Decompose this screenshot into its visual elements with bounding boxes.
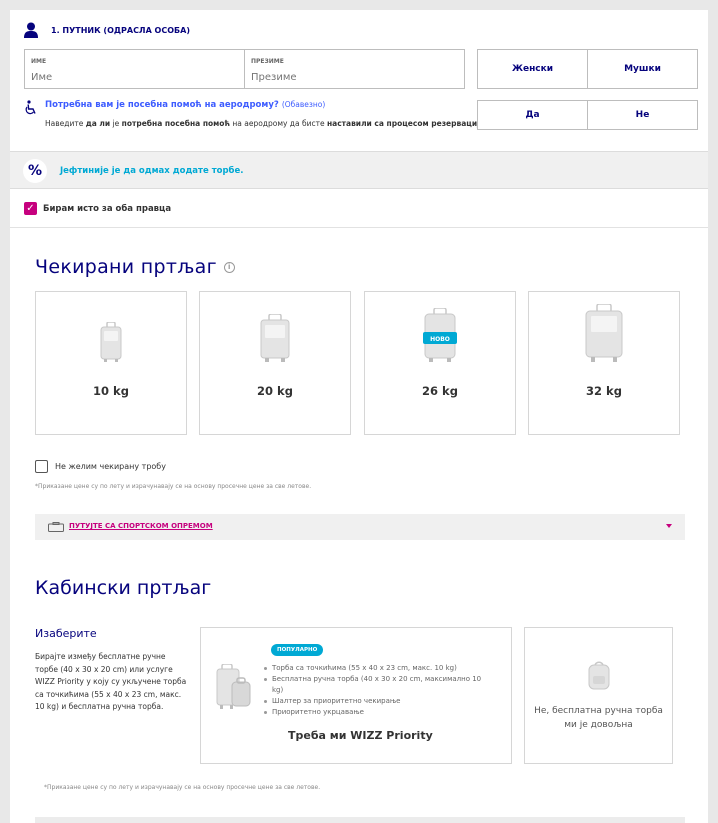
last-name-label: ПРЕЗИМЕ: [251, 58, 284, 65]
gender-selector: Женски Мушки: [477, 49, 698, 89]
assistance-desc-part: Наведите: [45, 119, 86, 128]
bag-weight-label: 26 kg: [422, 384, 458, 398]
passenger-title: 1. ПУТНИК (ОДРАСЛА ОСОБА): [51, 25, 190, 35]
divider: [10, 227, 708, 228]
checkbox-unchecked-icon[interactable]: [35, 460, 48, 473]
backpack-icon: [588, 661, 610, 690]
wizz-priority-option[interactable]: ПОПУЛАРНО Торба са точкићима (55 x 40 x …: [200, 627, 512, 764]
assistance-desc-bold: потребна посебна помоћ: [121, 119, 230, 128]
assistance-required-label: (Обавезно): [281, 100, 326, 109]
choose-description: Бирајте између бесплатне ручне торбе (40…: [35, 652, 187, 711]
chevron-down-icon[interactable]: [666, 524, 672, 528]
percent-icon: %: [23, 159, 47, 183]
assistance-desc-part: је: [110, 119, 122, 128]
bag-weight-label: 10 kg: [93, 384, 129, 398]
sport-bag-icon: [48, 522, 64, 532]
assistance-question-text: Потребна вам је посебна помоћ на аеродро…: [45, 100, 279, 110]
first-name-input[interactable]: [31, 72, 238, 83]
bag-option-10kg[interactable]: 10 kg: [35, 291, 187, 435]
priority-features-list: Торба са точкићима (55 x 40 x 23 cm, мак…: [263, 663, 488, 718]
last-name-input[interactable]: [251, 72, 458, 83]
checkbox-checked-icon[interactable]: ✓: [24, 202, 37, 215]
same-both-directions-checkbox[interactable]: ✓ Бирам исто за оба правца: [24, 202, 171, 215]
gender-female-button[interactable]: Женски: [478, 50, 587, 88]
priority-option-name: Треба ми WIZZ Priority: [288, 729, 433, 742]
info-icon[interactable]: i: [223, 261, 235, 273]
assistance-yes-button[interactable]: Да: [478, 101, 587, 129]
assistance-no-button[interactable]: Не: [587, 101, 697, 129]
gender-male-button[interactable]: Мушки: [587, 50, 697, 88]
first-name-label: ИМЕ: [31, 58, 47, 65]
assistance-description: Наведите да ли је потребна посебна помоћ…: [45, 119, 488, 128]
feature-item: Торба са точкићима (55 x 40 x 23 cm, мак…: [263, 663, 488, 674]
price-note: *Приказане цене су по лету и израчунавај…: [44, 784, 321, 791]
bag-weight-label: 20 kg: [257, 384, 293, 398]
name-fields: ИМЕ ПРЕЗИМЕ: [24, 49, 465, 89]
next-section-strip: [35, 817, 685, 823]
assistance-selector: Да Не: [477, 100, 698, 130]
passenger-header: 1. ПУТНИК (ОДРАСЛА ОСОБА): [24, 22, 190, 38]
no-checked-bag-label: Не желим чекирану тробу: [55, 462, 166, 471]
popular-badge: ПОПУЛАРНО: [271, 644, 324, 656]
cabin-baggage-heading: Кабински пртљаг: [35, 577, 212, 599]
promo-banner: % Јефтиније је да одмах додате торбе.: [10, 151, 708, 189]
suitcase-new-icon: НОВО: [423, 308, 457, 362]
sport-equipment-label[interactable]: ПУТУЈТЕ СА СПОРТСКОМ ОПРЕМОМ: [69, 522, 213, 530]
feature-item: Шалтер за приоритетно чекирање: [263, 696, 488, 707]
wheelchair-icon: [25, 100, 36, 115]
assistance-desc-bold: наставили са процесом резервације.: [326, 119, 488, 128]
svg-text:НОВО: НОВО: [430, 336, 450, 343]
suitcase-medium-icon: [260, 314, 290, 362]
bag-option-26kg[interactable]: НОВО 26 kg: [364, 291, 516, 435]
assistance-question: Потребна вам је посебна помоћ на аеродро…: [45, 100, 325, 110]
promo-text: Јефтиније је да одмах додате торбе.: [60, 166, 244, 176]
feature-item: Бесплатна ручна торба (40 x 30 x 20 cm, …: [263, 674, 488, 696]
choose-heading: Изаберите: [35, 627, 97, 640]
same-both-directions-label: Бирам исто за оба правца: [43, 203, 172, 214]
bag-option-32kg[interactable]: 32 kg: [528, 291, 680, 435]
bag-option-20kg[interactable]: 20 kg: [199, 291, 351, 435]
assistance-desc-part: на аеродрому да бисте: [229, 119, 327, 128]
suitcase-large-icon: [585, 304, 623, 362]
free-hand-bag-option[interactable]: Не, бесплатна ручна торба ми је довољна: [524, 627, 673, 764]
bag-weight-label: 32 kg: [586, 384, 622, 398]
first-name-field[interactable]: ИМЕ: [25, 50, 244, 88]
suitcase-small-icon: [100, 322, 122, 362]
last-name-field[interactable]: ПРЕЗИМЕ: [244, 50, 464, 88]
priority-bags-icon: [216, 664, 251, 709]
assistance-desc-bold: да ли: [85, 119, 111, 128]
checked-baggage-title: Чекирани пртљаг: [35, 256, 217, 278]
no-checked-bag-checkbox[interactable]: Не желим чекирану тробу: [35, 460, 166, 473]
feature-item: Приоритетно укрцавање: [263, 707, 488, 718]
person-icon: [24, 22, 38, 38]
price-note: *Приказане цене су по лету и израчунавај…: [35, 483, 312, 490]
sport-equipment-accordion[interactable]: ПУТУЈТЕ СА СПОРТСКОМ ОПРЕМОМ: [35, 514, 685, 540]
booking-form-card: 1. ПУТНИК (ОДРАСЛА ОСОБА) ИМЕ ПРЕЗИМЕ Же…: [10, 10, 708, 823]
free-hand-bag-label: Не, бесплатна ручна торба ми је довољна: [534, 706, 663, 730]
checked-baggage-heading: Чекирани пртљаг i: [35, 256, 235, 278]
